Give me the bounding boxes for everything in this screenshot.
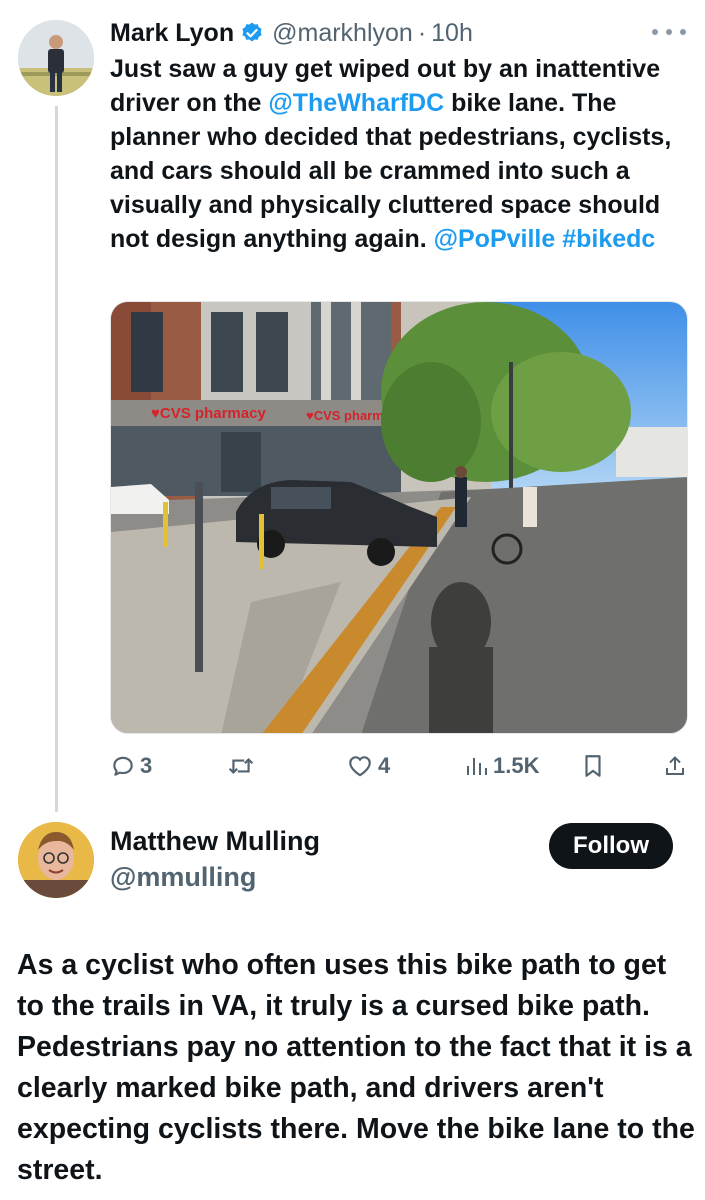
verified-badge-icon [240,21,264,45]
hashtag-link[interactable]: #bikedc [562,225,655,253]
thread-line [55,106,58,812]
analytics-icon [467,758,487,775]
reply-text: As a cyclist who often uses this bike pa… [17,949,695,1186]
tweet-timestamp[interactable]: 10h [431,19,473,48]
like-button[interactable]: 4 [346,748,390,784]
reply-button[interactable]: 3 [110,748,152,784]
share-icon [666,756,684,775]
view-count: 1.5K [493,753,540,778]
mention-link[interactable]: @PoPville [434,225,556,253]
heart-icon [349,756,371,777]
reply-count: 3 [140,753,153,778]
more-options-icon[interactable] [652,24,686,40]
reply-icon [113,756,133,776]
tweet-text: Just saw a guy get wiped out by an inatt… [110,52,695,256]
tweet-actions: 3 4 1.5K [108,748,688,784]
views-button[interactable]: 1.5K [465,748,539,784]
cvs-sign-left: ♥CVS pharmacy [151,405,266,422]
reply-author-avatar[interactable] [18,822,94,898]
author-handle[interactable]: @markhlyon [272,19,413,48]
repost-icon [228,757,254,775]
bookmark-button[interactable] [582,748,604,784]
header-separator: · [417,18,427,47]
bookmark-icon [585,755,601,777]
author-name[interactable]: Mark Lyon [110,19,234,48]
follow-button[interactable]: Follow [549,823,673,869]
reply-author-name[interactable]: Matthew Mulling [110,826,320,857]
mention-link[interactable]: @TheWharfDC [268,89,444,117]
like-count: 4 [378,753,391,778]
reply-author-handle[interactable]: @mmulling [110,862,256,893]
share-button[interactable] [663,748,687,784]
author-avatar[interactable] [18,20,94,96]
tweet-header: Mark Lyon @markhlyon · 10h [110,16,473,50]
repost-button[interactable] [226,748,260,784]
tweet-photo[interactable]: ♥CVS pharmacy ♥CVS pharmacy [110,301,688,734]
